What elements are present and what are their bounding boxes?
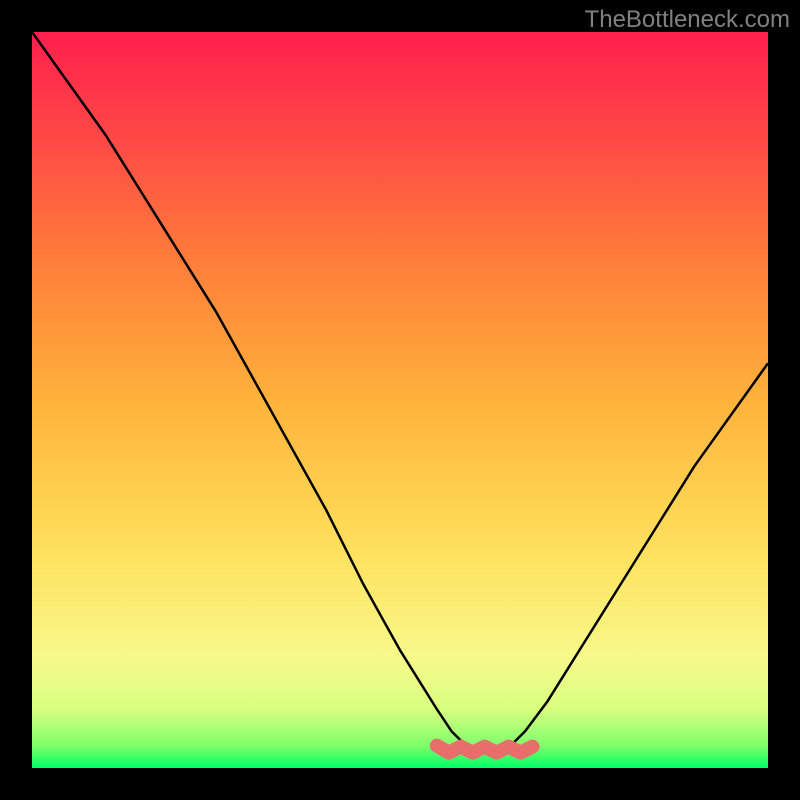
watermark: TheBottleneck.com <box>585 6 790 34</box>
optimal-zone-marker <box>437 746 533 753</box>
gradient-background <box>32 32 768 768</box>
bottleneck-chart <box>32 32 768 768</box>
chart-frame <box>32 32 768 768</box>
